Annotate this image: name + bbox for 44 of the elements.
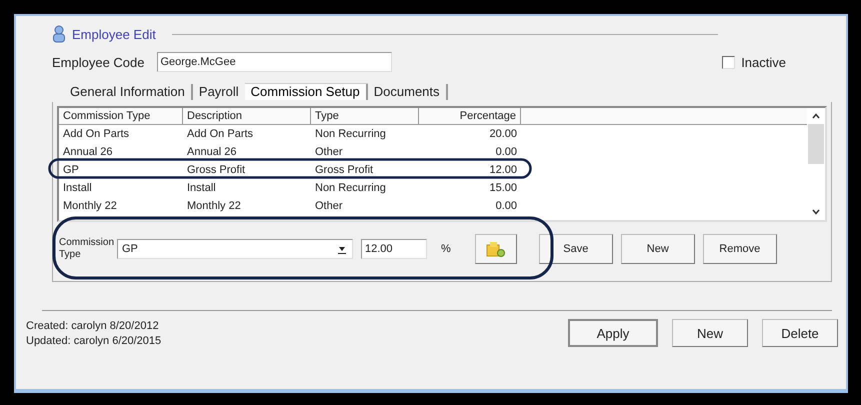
- percent-sign: %: [441, 243, 451, 255]
- table-cell-text: Gross Profit: [314, 164, 374, 176]
- table-cell-text: 0.00: [494, 146, 518, 158]
- table-cell-text: 15.00: [488, 182, 518, 194]
- dialog-button[interactable]: New: [672, 319, 748, 347]
- table-cell-text: Monthly 22: [62, 200, 118, 212]
- table-cell-text: Gross Profit: [186, 164, 246, 176]
- column-header[interactable]: Type: [311, 108, 419, 124]
- window-title: Employee Edit: [72, 26, 156, 42]
- table-cell-text: Other: [314, 200, 344, 212]
- table-cell-text: Non Recurring: [314, 128, 387, 140]
- column-header[interactable]: Percentage: [419, 108, 521, 124]
- editor-button[interactable]: Remove: [702, 234, 777, 264]
- table-cell-text: Install: [186, 182, 217, 194]
- table-cell-text: Monthly 22: [186, 200, 242, 212]
- tab[interactable]: Documents: [368, 84, 448, 100]
- tab[interactable]: Commission Setup: [244, 84, 368, 100]
- table-cell-text: Install: [62, 182, 93, 194]
- table-cell-text: Non Recurring: [314, 182, 387, 194]
- table-cell-text: Add On Parts: [186, 128, 254, 140]
- inactive-label: Inactive: [741, 54, 786, 70]
- tab[interactable]: Payroll: [192, 84, 245, 100]
- employee-code-field[interactable]: George.McGee: [156, 52, 392, 72]
- commission-type-dropdown[interactable]: GP: [117, 239, 353, 259]
- dialog-button[interactable]: Apply: [568, 319, 658, 347]
- table-cell-text: Annual 26: [62, 146, 114, 158]
- editor-button[interactable]: Save: [538, 234, 613, 264]
- employee-code-label: Employee Code: [52, 54, 144, 70]
- tab[interactable]: General Information: [64, 84, 193, 100]
- audit-text: Updated: carolyn 6/20/2015: [26, 334, 162, 346]
- table-cell-text: Annual 26: [186, 146, 238, 158]
- column-header[interactable]: Description: [183, 108, 311, 124]
- percentage-field[interactable]: 12.00: [361, 239, 427, 259]
- table-cell-text: 0.00: [494, 200, 518, 212]
- dialog-button[interactable]: Delete: [762, 319, 838, 347]
- table-cell-text: 12.00: [488, 164, 518, 176]
- audit-text: Created: carolyn 8/20/2012: [26, 320, 160, 332]
- column-header[interactable]: Commission Type: [59, 108, 183, 124]
- table-cell-text: GP: [62, 164, 80, 176]
- table-cell-text: 20.00: [488, 128, 518, 140]
- table-cell-text: Add On Parts: [62, 128, 130, 140]
- commission-type-label: Commission Type: [59, 237, 111, 261]
- table-cell-text: Other: [314, 146, 344, 158]
- editor-button[interactable]: New: [620, 234, 695, 264]
